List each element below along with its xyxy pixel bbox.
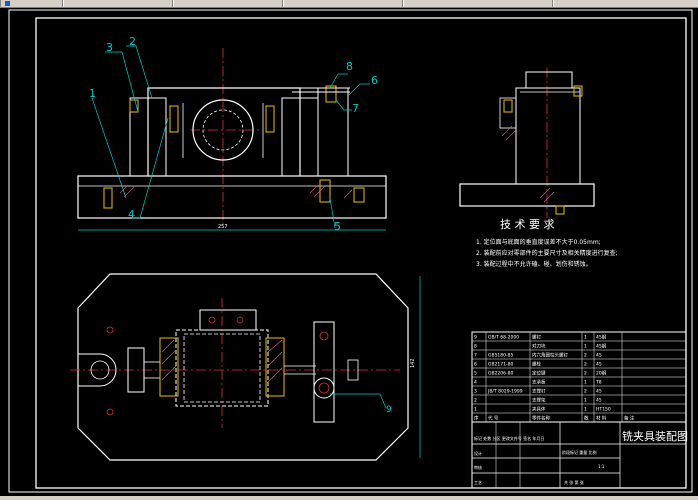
toolbar-segment[interactable] — [282, 0, 404, 7]
bom-cell: 内六角圆柱头螺钉 — [532, 352, 568, 359]
app-toolbar — [0, 0, 698, 8]
cad-drawing-canvas[interactable]: 257 1 2 3 4 5 6 7 8 技 术 要 求 1. 定位面与底面的垂直… — [0, 8, 698, 500]
tech-req-title: 技 术 要 求 — [500, 218, 555, 231]
bom-header-cell: 备 注 — [624, 415, 635, 422]
bom-cell: 1 — [474, 407, 477, 413]
bom-header-cell: 材 料 — [596, 415, 607, 422]
bom-cell: 2 — [584, 371, 587, 377]
bom-cell: 1 — [584, 335, 587, 341]
bom-cell: 1 — [584, 380, 587, 386]
title-block-design: 设计 — [474, 450, 482, 456]
bom-cell: 45 — [596, 389, 602, 395]
bom-cell: 夹具体 — [532, 406, 546, 413]
technical-requirements: 技 术 要 求 1. 定位面与底面的垂直度误差不大于0.05mm; 2. 装配前… — [476, 218, 618, 268]
tech-req-line-2: 2. 装配前应对零部件的主要尺寸及相关精度进行复查; — [476, 249, 618, 257]
bom-cell: GB2206-80 — [488, 371, 514, 377]
bom-cell: 1 — [584, 398, 587, 404]
bom-cell: 5 — [474, 371, 477, 377]
bom-cell: 45钢 — [596, 343, 607, 350]
toolbar-segment[interactable] — [172, 0, 284, 7]
bom-cell: 螺栓 — [532, 361, 541, 368]
bom-cell: 4 — [474, 380, 477, 386]
app-icon — [5, 1, 10, 6]
title-block-row2: 阶段标记 重量 比例 — [562, 449, 597, 455]
title-block-row1: 标记 处数 分区 更改文件号 签名 年月日 — [474, 435, 544, 441]
bom-cell: 6 — [474, 362, 477, 368]
bom-cell: 1 — [584, 407, 587, 413]
bom-cell: T8 — [595, 380, 602, 386]
dimension-width: 257 — [218, 224, 228, 230]
title-block-sheet: 共 张 第 张 — [564, 479, 584, 485]
bom-cell: 45 — [596, 353, 602, 359]
balloon-2: 2 — [129, 35, 136, 48]
balloon-6: 6 — [371, 74, 378, 87]
title-block: 标记 处数 分区 更改文件号 签名 年月日 设计 审核 工艺 阶段标记 重量 比… — [471, 421, 688, 489]
bom-cell: 支撑钉 — [532, 388, 546, 395]
toolbar-segment[interactable] — [402, 0, 554, 7]
status-strip — [0, 496, 698, 500]
bom-header-cell: 序 — [474, 415, 479, 422]
dimension-side: 142 — [410, 358, 416, 368]
drawing-title: 铣夹具装配图 — [622, 429, 688, 443]
bom-cell: JB/T 8029-1999 — [487, 389, 523, 395]
bom-cell: HT150 — [596, 407, 611, 413]
balloon-7: 7 — [352, 102, 359, 115]
bom-cell: 支承板 — [532, 379, 546, 386]
bom-cell: 对刀块 — [532, 343, 546, 350]
bom-cell: 7 — [474, 353, 477, 359]
title-block-process: 工艺 — [474, 480, 482, 485]
title-block-scale: 1:1 — [598, 464, 605, 469]
balloon-5: 5 — [334, 220, 341, 233]
bom-cell: 2 — [584, 389, 587, 395]
bom-cell: 20钢 — [596, 370, 607, 377]
balloon-1: 1 — [89, 87, 96, 100]
front-view: 257 1 2 3 4 5 6 7 8 — [77, 35, 387, 233]
bom-cell: GB/T 68-2000 — [488, 335, 519, 341]
bom-cell: 定位键 — [532, 370, 546, 377]
side-view — [459, 68, 595, 218]
bom-cell: 2 — [474, 398, 477, 404]
tech-req-line-3: 3. 装配过程中不允许磕、碰、划伤和锈蚀。 — [476, 260, 592, 268]
bom-cell: 2 — [584, 362, 587, 368]
toolbar-segment[interactable] — [0, 0, 64, 7]
bom-table: 9 GB/T 68-2000 螺钉 1 45钢 8 对刀块 1 45钢 7 GB5180-85 内六角… — [471, 331, 687, 423]
bom-header-cell: 代 号 — [488, 415, 499, 422]
bom-header-cell: 零件名称 — [532, 415, 550, 422]
balloon-9: 9 — [386, 405, 392, 415]
top-view: 142 9 — [70, 273, 421, 461]
bom-cell: 8 — [474, 344, 477, 350]
bom-cell: 1 — [584, 344, 587, 350]
bom-cell: 3 — [474, 389, 477, 395]
title-block-check: 审核 — [474, 464, 482, 470]
bom-cell: GB5180-85 — [488, 353, 514, 359]
bom-cell: 45钢 — [596, 334, 607, 341]
bom-cell: 螺钉 — [532, 334, 541, 341]
bom-cell: 9 — [474, 335, 477, 341]
balloon-4: 4 — [128, 208, 135, 221]
bom-cell: 45 — [596, 398, 602, 404]
toolbar-segment[interactable] — [62, 0, 174, 7]
bom-cell: 支撑架 — [532, 397, 546, 404]
bom-header-cell: 数 — [584, 415, 589, 422]
bom-cell: GB2171-80 — [488, 362, 514, 368]
balloon-3: 3 — [106, 41, 113, 54]
tech-req-line-1: 1. 定位面与底面的垂直度误差不大于0.05mm; — [476, 238, 601, 246]
balloon-8: 8 — [346, 60, 353, 73]
bom-cell: 2 — [584, 353, 587, 359]
bom-cell: 45 — [596, 362, 602, 368]
toolbar-segment[interactable] — [552, 0, 698, 7]
